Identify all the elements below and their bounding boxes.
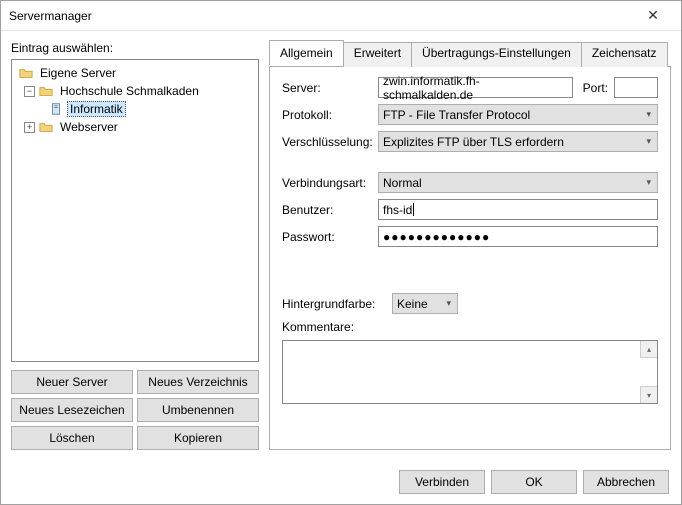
- bgcolor-select[interactable]: Keine▾: [392, 293, 458, 314]
- folder-icon: [18, 65, 34, 81]
- rename-button[interactable]: Umbenennen: [137, 398, 259, 422]
- server-input[interactable]: zwin.informatik.fh-schmalkalden.de: [378, 77, 573, 98]
- dialog-footer: Verbinden OK Abbrechen: [1, 460, 681, 504]
- password-label: Passwort:: [282, 230, 378, 244]
- cancel-button[interactable]: Abbrechen: [583, 470, 669, 494]
- server-tree[interactable]: Eigene Server − Hochschule Schmalkaden I…: [11, 59, 259, 362]
- text-cursor: [413, 203, 414, 216]
- bgcolor-label: Hintergrundfarbe:: [282, 297, 392, 311]
- comments-label: Kommentare:: [282, 320, 354, 334]
- connect-button[interactable]: Verbinden: [399, 470, 485, 494]
- scroll-down-icon[interactable]: ▾: [640, 386, 657, 403]
- select-entry-label: Eintrag auswählen:: [11, 41, 259, 55]
- tab-general[interactable]: Allgemein: [269, 40, 344, 65]
- conntype-label: Verbindungsart:: [282, 176, 378, 190]
- server-label: Server:: [282, 81, 378, 95]
- chevron-down-icon: ▾: [646, 177, 651, 188]
- chevron-down-icon: ▾: [446, 298, 451, 309]
- general-form: Server: zwin.informatik.fh-schmalkalden.…: [269, 66, 671, 450]
- tree-root[interactable]: Eigene Server: [14, 64, 256, 82]
- left-panel: Eintrag auswählen: Eigene Server − Hochs…: [11, 41, 259, 450]
- window-title: Servermanager: [9, 9, 633, 23]
- comments-textarea[interactable]: ▴ ▾: [282, 340, 658, 404]
- ok-button[interactable]: OK: [491, 470, 577, 494]
- scroll-up-icon[interactable]: ▴: [640, 341, 657, 358]
- user-input[interactable]: fhs-id: [378, 199, 658, 220]
- right-panel: Allgemein Erweitert Übertragungs-Einstel…: [269, 41, 671, 450]
- close-icon[interactable]: ✕: [633, 7, 673, 24]
- tab-transfer[interactable]: Übertragungs-Einstellungen: [411, 42, 582, 67]
- titlebar: Servermanager ✕: [1, 1, 681, 31]
- folder-icon: [38, 83, 54, 99]
- tree-buttons: Neuer Server Neues Verzeichnis Neues Les…: [11, 370, 259, 450]
- chevron-down-icon: ▾: [646, 136, 651, 147]
- encryption-select[interactable]: Explizites FTP über TLS erfordern▾: [378, 131, 658, 152]
- port-label: Port:: [583, 81, 608, 95]
- delete-button[interactable]: Löschen: [11, 426, 133, 450]
- server-manager-window: Servermanager ✕ Eintrag auswählen: Eigen…: [0, 0, 682, 505]
- password-input[interactable]: ●●●●●●●●●●●●●: [378, 226, 658, 247]
- copy-button[interactable]: Kopieren: [137, 426, 259, 450]
- server-icon: [48, 101, 64, 117]
- tree-item-webserver[interactable]: + Webserver: [14, 118, 256, 136]
- chevron-down-icon: ▾: [646, 109, 651, 120]
- folder-icon: [38, 119, 54, 135]
- new-bookmark-button[interactable]: Neues Lesezeichen: [11, 398, 133, 422]
- protocol-label: Protokoll:: [282, 108, 378, 122]
- new-directory-button[interactable]: Neues Verzeichnis: [137, 370, 259, 394]
- tree-item-hs[interactable]: − Hochschule Schmalkaden: [14, 82, 256, 100]
- conntype-select[interactable]: Normal▾: [378, 172, 658, 193]
- protocol-select[interactable]: FTP - File Transfer Protocol▾: [378, 104, 658, 125]
- tree-item-informatik[interactable]: Informatik: [14, 100, 256, 118]
- new-server-button[interactable]: Neuer Server: [11, 370, 133, 394]
- tab-charset[interactable]: Zeichensatz: [581, 42, 668, 67]
- tab-advanced[interactable]: Erweitert: [343, 42, 412, 67]
- user-label: Benutzer:: [282, 203, 378, 217]
- encryption-label: Verschlüsselung:: [282, 135, 378, 149]
- expand-icon[interactable]: +: [24, 122, 35, 133]
- collapse-icon[interactable]: −: [24, 86, 35, 97]
- tab-bar: Allgemein Erweitert Übertragungs-Einstel…: [269, 42, 671, 67]
- port-input[interactable]: [614, 77, 658, 98]
